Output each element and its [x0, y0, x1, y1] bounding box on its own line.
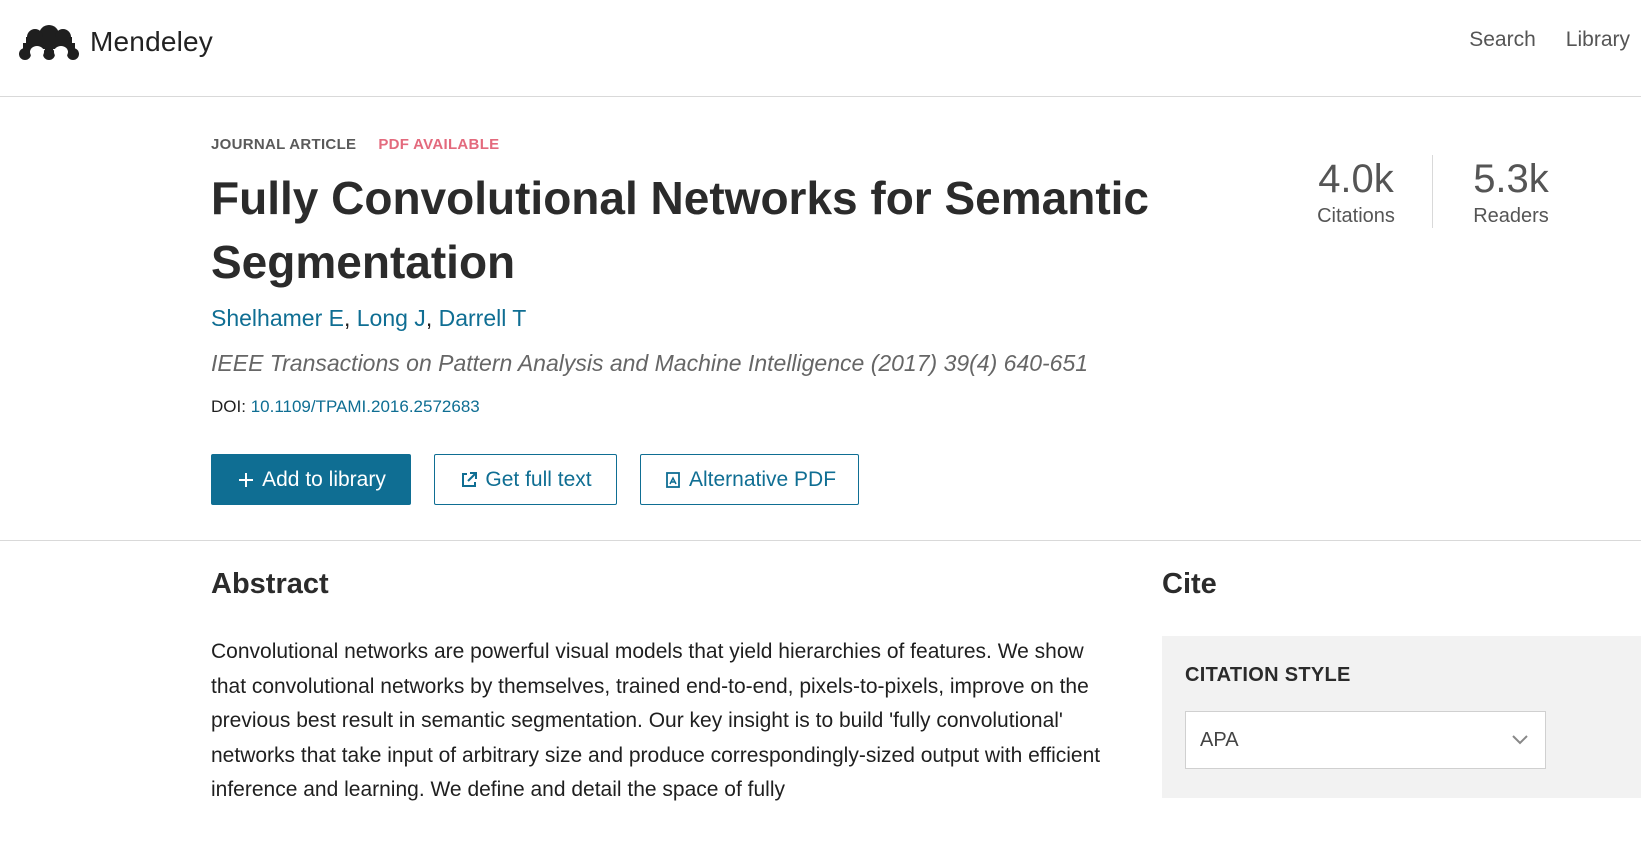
author-link[interactable]: Shelhamer E	[211, 305, 344, 331]
article-tags: JOURNAL ARTICLE PDF AVAILABLE	[211, 136, 499, 153]
citation-style-label: CITATION STYLE	[1185, 664, 1351, 686]
brand-name: Mendeley	[90, 26, 214, 57]
section-divider	[0, 540, 1641, 541]
abstract-text: Convolutional networks are powerful visu…	[211, 640, 1101, 801]
citations-stat: 4.0k Citations	[1300, 155, 1412, 228]
chevron-down-icon	[1512, 735, 1528, 745]
journal-citation: IEEE Transactions on Pattern Analysis an…	[211, 350, 1089, 376]
add-to-library-button[interactable]: Add to library	[211, 454, 411, 505]
alternative-pdf-button[interactable]: Alternative PDF	[640, 454, 859, 505]
abstract-heading: Abstract	[211, 568, 329, 600]
nav-search-link[interactable]: Search	[1469, 26, 1536, 54]
nav-library-link[interactable]: Library	[1566, 26, 1630, 54]
article-actions: Add to library Get full text Alternative…	[211, 454, 882, 505]
mendeley-logo-icon	[19, 25, 79, 60]
cite-heading: Cite	[1162, 568, 1217, 600]
doi-label: DOI:	[211, 397, 246, 416]
external-link-icon	[459, 470, 479, 490]
readers-stat: 5.3k Readers	[1432, 155, 1567, 228]
top-bar: Mendeley Search Library	[0, 0, 1641, 97]
readers-count: 5.3k	[1473, 157, 1549, 201]
author-list: Shelhamer E, Long J, Darrell T	[211, 305, 527, 331]
citations-label: Citations	[1317, 205, 1395, 227]
readers-label: Readers	[1473, 205, 1549, 227]
alternative-pdf-label: Alternative PDF	[688, 467, 837, 491]
get-full-text-button[interactable]: Get full text	[434, 454, 617, 505]
plus-icon	[236, 470, 256, 490]
article-title: Fully Convolutional Networks for Semanti…	[211, 172, 1150, 288]
get-full-text-label: Get full text	[485, 467, 592, 491]
doi-line: DOI: 10.1109/TPAMI.2016.2572683	[211, 397, 480, 417]
doi-link[interactable]: 10.1109/TPAMI.2016.2572683	[251, 397, 480, 416]
author-link[interactable]: Long J	[357, 305, 426, 331]
article-type-tag: JOURNAL ARTICLE	[211, 136, 357, 153]
cite-panel: CITATION STYLE APA	[1162, 636, 1641, 798]
pdf-document-icon	[663, 470, 683, 490]
citation-style-value: APA	[1200, 728, 1239, 751]
author-link[interactable]: Darrell T	[439, 305, 527, 331]
add-to-library-label: Add to library	[262, 467, 386, 491]
citation-style-select[interactable]: APA	[1185, 711, 1546, 769]
brand-logo-link[interactable]: Mendeley	[18, 22, 213, 62]
citations-count: 4.0k	[1318, 157, 1394, 201]
top-nav: Search Library	[1439, 26, 1630, 54]
article-stats: 4.0k Citations 5.3k Readers	[1300, 155, 1567, 228]
pdf-available-tag: PDF AVAILABLE	[378, 136, 500, 153]
